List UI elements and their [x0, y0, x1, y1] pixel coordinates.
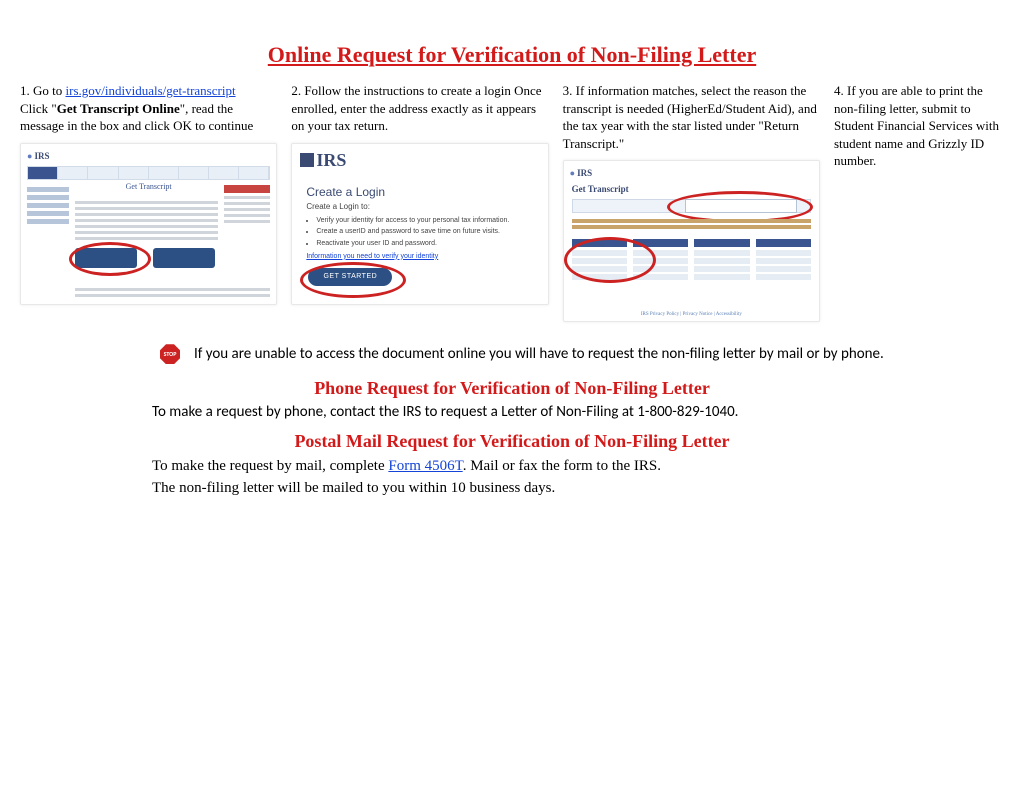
eagle-icon [300, 153, 314, 167]
stop-sign-icon: STOP [160, 344, 180, 364]
get-transcript-mail-button [153, 248, 215, 268]
verify-identity-link: Information you need to verify your iden… [306, 252, 438, 261]
mail-text-1: To make the request by mail, complete [152, 458, 388, 474]
thumb-title: Get Transcript [126, 182, 172, 193]
step-2: 2. Follow the instructions to create a l… [291, 82, 548, 322]
mail-section: Postal Mail Request for Verification of … [152, 431, 872, 500]
step-4: 4. If you are able to print the non-fili… [834, 82, 1004, 322]
stop-message: If you are unable to access the document… [194, 345, 884, 363]
message [572, 217, 811, 231]
mail-text-2: The non-filing letter will be mailed to … [152, 480, 555, 496]
create-login-heading: Create a Login [306, 184, 385, 200]
stop-row: STOP If you are unable to access the doc… [160, 344, 1004, 364]
bullet: Verify your identity for access to your … [316, 216, 509, 225]
step-1-click-1: Click " [20, 101, 57, 116]
screenshot-select-reason: IRS Get Transcript IRS Privacy Policy | … [563, 160, 820, 322]
sidebar [27, 184, 69, 227]
login-bullets: Verify your identity for access to your … [316, 214, 509, 250]
steps-row: 1. Go to irs.gov/individuals/get-transcr… [20, 82, 1004, 322]
right-box [224, 182, 270, 226]
step-1-text: 1. Go to [20, 83, 66, 98]
nav-tabs [27, 166, 270, 180]
step-3-text: 3. If information matches, select the re… [563, 83, 817, 151]
mail-text-1b: . Mail or fax the form to the IRS. [463, 458, 661, 474]
footer-text [75, 285, 270, 300]
phone-text: To make a request by phone, contact the … [152, 403, 872, 421]
phone-heading: Phone Request for Verification of Non-Fi… [152, 378, 872, 399]
form-4506t-link[interactable]: Form 4506T [388, 458, 462, 474]
bullet: Create a userID and password to save tim… [316, 227, 509, 236]
create-login-sub: Create a Login to: [306, 202, 370, 213]
step-4-text: 4. If you are able to print the non-fili… [834, 83, 999, 168]
screenshot-irs-get-transcript: IRS Get Transcript [20, 143, 277, 305]
mail-heading: Postal Mail Request for Verification of … [152, 431, 872, 452]
mail-text: To make the request by mail, complete Fo… [152, 456, 872, 500]
thumb-footer: IRS Privacy Policy | Privacy Notice | Ac… [564, 312, 819, 319]
bullet: Reactivate your user ID and password. [316, 239, 509, 248]
screenshot-create-login: IRS Create a Login Create a Login to: Ve… [291, 143, 548, 305]
thumb-heading: Get Transcript [572, 183, 629, 195]
page-title: Online Request for Verification of Non-F… [20, 42, 1004, 68]
body-text [75, 198, 218, 243]
highlight-circle-icon [564, 237, 656, 283]
transcript-link[interactable]: irs.gov/individuals/get-transcript [66, 83, 236, 98]
irs-logo: IRS [570, 167, 592, 179]
step-1: 1. Go to irs.gov/individuals/get-transcr… [20, 82, 277, 322]
step-3: 3. If information matches, select the re… [563, 82, 820, 322]
page: Online Request for Verification of Non-F… [0, 0, 1024, 791]
highlight-circle-icon [300, 262, 406, 298]
step-1-bold: Get Transcript Online [57, 101, 180, 116]
highlight-circle-icon [69, 242, 151, 276]
phone-section: Phone Request for Verification of Non-Fi… [152, 378, 872, 421]
irs-logo: IRS [27, 150, 49, 162]
irs-logo: IRS [300, 148, 346, 172]
step-2-text: 2. Follow the instructions to create a l… [291, 83, 541, 133]
